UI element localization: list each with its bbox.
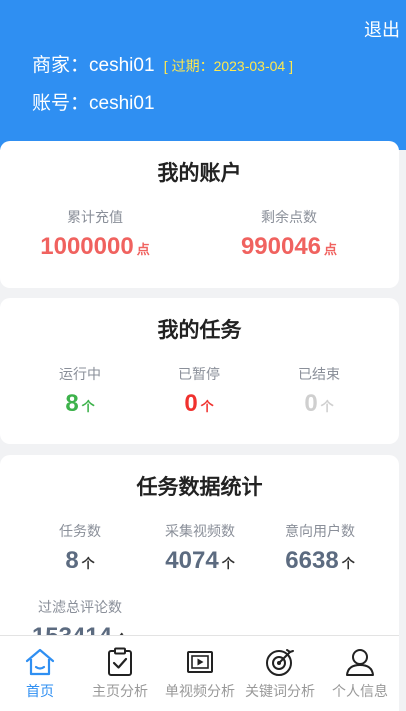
recharge-stat: 累计充值 1000000 点 xyxy=(20,207,170,261)
tab-homepage-analysis-label: 主页分析 xyxy=(92,683,148,699)
running-value: 8 xyxy=(65,390,79,417)
filtered-label: 过滤总评论数 xyxy=(38,599,122,615)
ended-label: 已结束 xyxy=(298,366,340,382)
logout-button[interactable]: 退出 xyxy=(364,16,400,42)
video-value-wrap: 4074 个 xyxy=(140,547,260,575)
recharge-label: 累计充值 xyxy=(67,209,123,225)
video-play-icon xyxy=(187,651,213,673)
expiry-date: [ 过期：2023-03-04 ] xyxy=(163,58,293,74)
intent-stat: 意向用户数 6638 个 xyxy=(260,521,380,575)
remaining-value: 990046 xyxy=(240,233,322,260)
running-label: 运行中 xyxy=(59,366,101,382)
video-value: 4074 xyxy=(165,547,219,574)
recharge-unit: 点 xyxy=(136,242,150,257)
video-label: 采集视频数 xyxy=(165,523,235,539)
home-icon xyxy=(25,648,55,676)
stats-card-title: 任务数据统计 xyxy=(136,476,263,499)
ended-value: 0 xyxy=(304,390,318,417)
task-count-value-wrap: 8个 xyxy=(20,547,140,575)
ended-unit: 个 xyxy=(320,399,334,414)
intent-value: 6638 xyxy=(285,547,339,574)
intent-value-wrap: 6638 个 xyxy=(260,547,380,575)
remaining-label: 剩余点数 xyxy=(261,209,317,225)
account-info: 账号：ceshi01 xyxy=(32,88,155,115)
task-count-unit: 个 xyxy=(81,556,95,571)
running-value-wrap: 8个 xyxy=(30,390,130,418)
running-unit: 个 xyxy=(81,399,95,414)
header: 退出 商家：ceshi01 [ 过期：2023-03-04 ] 账号：ceshi… xyxy=(0,0,406,150)
tab-homepage-analysis[interactable]: 主页分析 xyxy=(80,636,160,711)
video-stat: 采集视频数 4074 个 xyxy=(140,521,260,575)
intent-unit: 个 xyxy=(341,556,355,571)
paused-value-wrap: 0个 xyxy=(149,390,249,418)
merchant-info: 商家：ceshi01 [ 过期：2023-03-04 ] xyxy=(32,50,293,77)
recharge-value-wrap: 1000000 点 xyxy=(20,233,170,261)
running-stat[interactable]: 运行中 8个 xyxy=(30,364,130,418)
tab-home-label: 首页 xyxy=(26,683,54,699)
ended-value-wrap: 0个 xyxy=(269,390,369,418)
target-icon xyxy=(266,649,294,676)
merchant-label: 商家： xyxy=(32,55,90,76)
remaining-value-wrap: 990046 点 xyxy=(214,233,364,261)
tab-profile[interactable]: 个人信息 xyxy=(320,636,400,711)
recharge-value: 1000000 xyxy=(40,233,134,260)
account-label: 账号： xyxy=(32,93,90,114)
tab-keyword-analysis[interactable]: 关键词分析 xyxy=(240,636,320,711)
tab-profile-label: 个人信息 xyxy=(332,683,388,699)
account-card-title: 我的账户 xyxy=(157,162,242,185)
tasks-card: 我的任务 运行中 8个 已暂停 0个 已结束 0个 xyxy=(0,298,399,444)
bottom-tab-bar: 首页 主页分析 单视频分析 关键词分析 个人信息 xyxy=(0,635,399,711)
clipboard-check-icon xyxy=(108,647,132,676)
ended-stat[interactable]: 已结束 0个 xyxy=(269,364,369,418)
tab-keyword-analysis-label: 关键词分析 xyxy=(245,683,315,699)
remaining-unit: 点 xyxy=(324,242,338,257)
intent-label: 意向用户数 xyxy=(285,523,355,539)
account-name: ceshi01 xyxy=(89,93,155,114)
video-unit: 个 xyxy=(221,556,235,571)
paused-unit: 个 xyxy=(200,399,214,414)
task-count-stat: 任务数 8个 xyxy=(20,521,140,575)
user-icon xyxy=(346,649,374,676)
tab-video-analysis-label: 单视频分析 xyxy=(165,683,235,699)
tab-video-analysis[interactable]: 单视频分析 xyxy=(160,636,240,711)
paused-value: 0 xyxy=(184,390,198,417)
account-card: 我的账户 累计充值 1000000 点 剩余点数 990046 点 xyxy=(0,141,399,288)
tasks-card-title: 我的任务 xyxy=(157,319,242,342)
merchant-name: ceshi01 xyxy=(89,55,155,76)
task-count-label: 任务数 xyxy=(59,523,101,539)
paused-stat[interactable]: 已暂停 0个 xyxy=(149,364,249,418)
task-count-value: 8 xyxy=(65,547,79,574)
tab-home[interactable]: 首页 xyxy=(0,636,80,711)
remaining-stat: 剩余点数 990046 点 xyxy=(214,207,364,261)
paused-label: 已暂停 xyxy=(178,366,220,382)
